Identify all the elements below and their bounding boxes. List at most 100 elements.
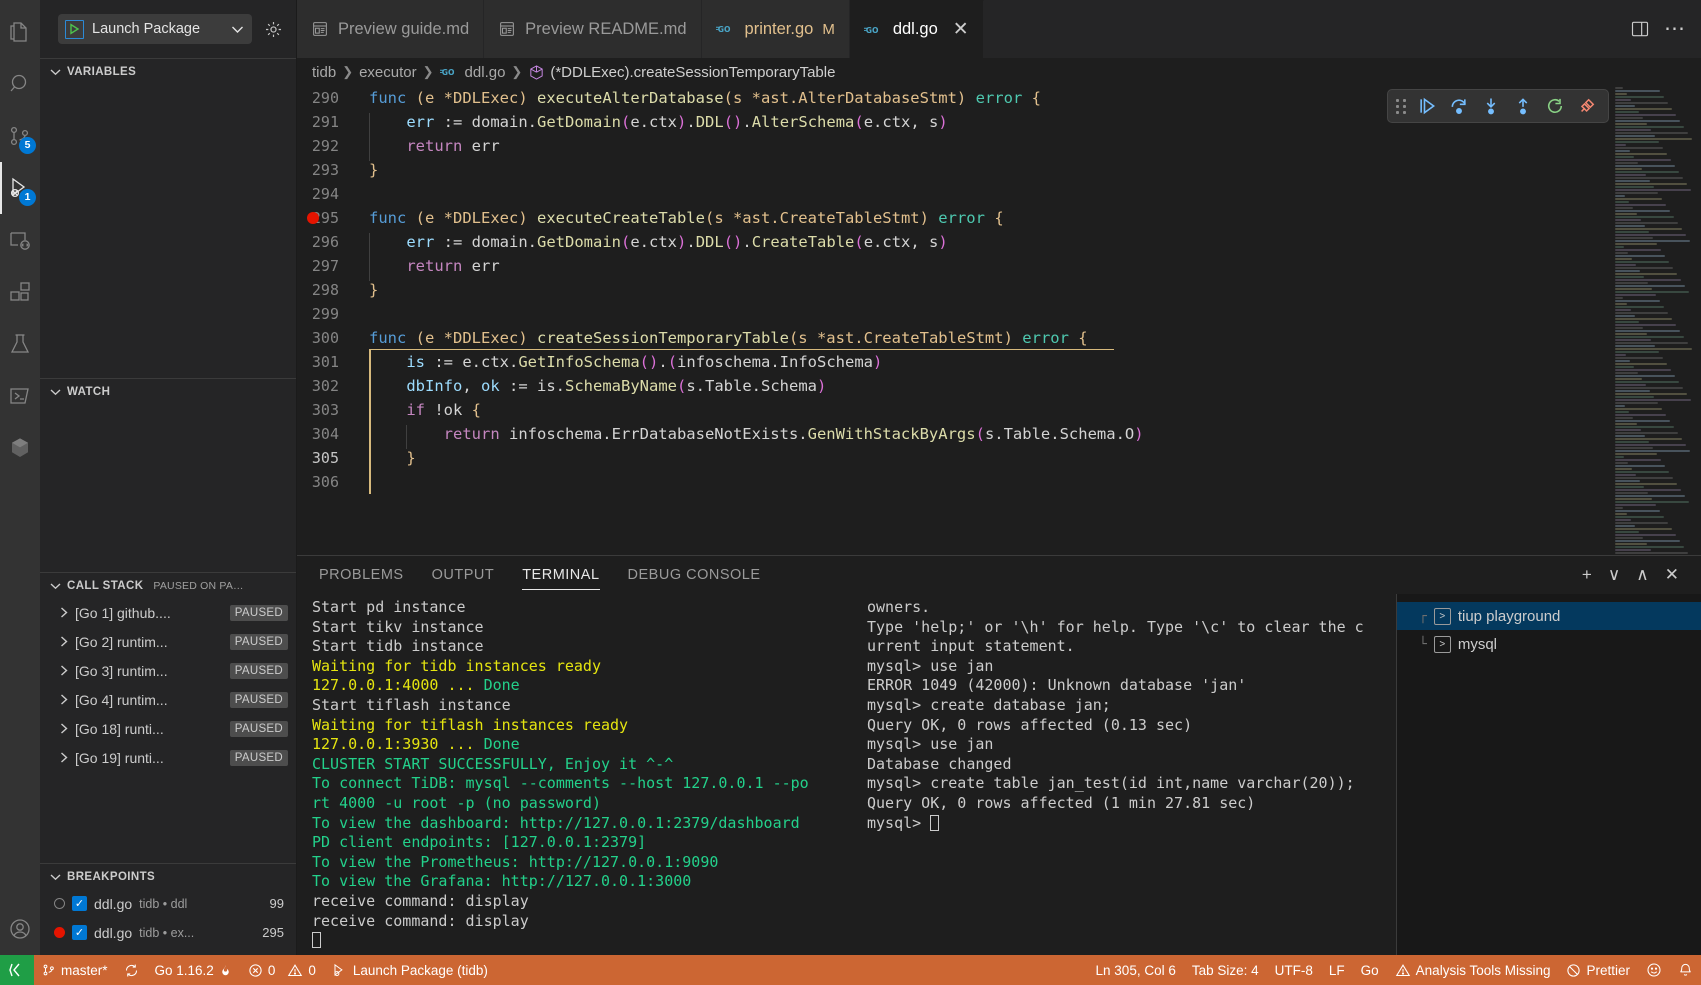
chevron-right-icon[interactable] — [57, 665, 71, 676]
breakpoint-marker[interactable] — [307, 212, 319, 224]
code-line[interactable]: 302 dbInfo, ok := is.SchemaByName(s.Tabl… — [297, 374, 1609, 401]
breakpoint-unverified-icon — [54, 898, 65, 909]
code-line[interactable]: 292 return err — [297, 134, 1609, 161]
activity-item-accounts[interactable] — [0, 903, 40, 955]
status-sync[interactable] — [116, 955, 147, 985]
drag-handle-icon[interactable] — [1394, 98, 1410, 114]
code-line[interactable]: 305 } — [297, 446, 1609, 473]
step-over-button[interactable] — [1444, 92, 1474, 120]
debug-toolbar — [1387, 89, 1609, 123]
code-line[interactable]: 304 return infoschema.ErrDatabaseNotExis… — [297, 422, 1609, 449]
disconnect-button[interactable] — [1572, 92, 1602, 120]
more-actions-icon[interactable]: ⋯ — [1664, 18, 1685, 39]
status-branch[interactable]: master* — [34, 955, 116, 985]
debug-settings-button[interactable] — [260, 16, 286, 42]
chevron-right-icon[interactable] — [57, 636, 71, 647]
minimap[interactable] — [1609, 86, 1701, 555]
close-panel-icon[interactable]: ✕ — [1665, 565, 1679, 585]
code-line[interactable]: 303 if !ok { — [297, 398, 1609, 425]
terminal-list-item[interactable]: ┌ > tiup playground — [1397, 602, 1701, 630]
close-icon[interactable]: ✕ — [953, 20, 969, 39]
code-line[interactable]: 296 err := domain.GetDomain(e.ctx).DDL()… — [297, 230, 1609, 257]
activity-item-docker[interactable] — [0, 422, 40, 474]
code-line[interactable]: 293} — [297, 158, 1609, 182]
callstack-row[interactable]: [Go 4] runtim... PAUSED — [40, 685, 296, 714]
callstack-list[interactable]: [Go 1] github.... PAUSED [Go 2] runtim... P… — [40, 598, 296, 772]
status-launch-debug[interactable]: Launch Package (tidb) — [324, 955, 496, 985]
panel-tab-debug-console[interactable]: DEBUG CONSOLE — [628, 556, 761, 594]
breakpoint-row[interactable]: ✓ ddl.go tidb • ex... 295 — [40, 918, 296, 947]
chevron-right-icon[interactable] — [57, 607, 71, 618]
panel-tab-terminal[interactable]: TERMINAL — [522, 556, 600, 594]
sync-icon — [124, 963, 139, 978]
activity-item-search[interactable] — [0, 58, 40, 110]
breakpoints-pane-header[interactable]: Breakpoints — [40, 864, 296, 889]
activity-item-extensions[interactable] — [0, 266, 40, 318]
status-feedback[interactable] — [1638, 955, 1670, 985]
breadcrumb-item[interactable]: GO ddl.go — [439, 64, 505, 81]
activity-item-testing[interactable] — [0, 318, 40, 370]
status-analysis-tools[interactable]: Analysis Tools Missing — [1387, 955, 1559, 985]
new-terminal-icon[interactable]: + — [1582, 565, 1592, 585]
status-cursor-position[interactable]: Ln 305, Col 6 — [1088, 955, 1184, 985]
step-out-button[interactable] — [1508, 92, 1538, 120]
status-notifications[interactable] — [1670, 955, 1701, 985]
split-editor-icon[interactable] — [1630, 19, 1650, 39]
status-encoding[interactable]: UTF-8 — [1267, 955, 1321, 985]
breadcrumb-item[interactable]: tidb — [312, 64, 336, 81]
breakpoint-enabled-checkbox[interactable]: ✓ — [72, 896, 87, 911]
restart-button[interactable] — [1540, 92, 1570, 120]
status-indentation[interactable]: Tab Size: 4 — [1184, 955, 1267, 985]
terminal-output-right[interactable]: owners. Type 'help;' or '\h' for help. Ty… — [842, 594, 1396, 955]
code-line[interactable]: 294 — [297, 182, 1609, 206]
code-line[interactable]: 301 is := e.ctx.GetInfoSchema().(infosch… — [297, 350, 1609, 377]
activity-item-remote-explorer[interactable] — [0, 214, 40, 266]
callstack-row[interactable]: [Go 2] runtim... PAUSED — [40, 627, 296, 656]
callstack-pane-header[interactable]: Call Stack Paused on pa… — [40, 573, 296, 598]
activity-item-source-control[interactable]: 5 — [0, 110, 40, 162]
breakpoint-row[interactable]: ✓ ddl.go tidb • ddl 99 — [40, 889, 296, 918]
breakpoints-list[interactable]: ✓ ddl.go tidb • ddl 99 ✓ ddl.go tidb • ex... 29… — [40, 889, 296, 947]
callstack-row[interactable]: [Go 18] runti... PAUSED — [40, 714, 296, 743]
editor-tab-ddl-go[interactable]: GO ddl.go ✕ — [849, 0, 984, 58]
status-prettier[interactable]: Prettier — [1558, 955, 1638, 985]
step-into-button[interactable] — [1476, 92, 1506, 120]
code-line[interactable]: 299 — [297, 302, 1609, 326]
watch-pane-header[interactable]: Watch — [40, 379, 296, 404]
editor-tab-printer-go[interactable]: GO printer.go M — [701, 0, 850, 58]
continue-button[interactable] — [1412, 92, 1442, 120]
chevron-right-icon[interactable] — [57, 694, 71, 705]
terminal-dropdown-icon[interactable]: ∨ — [1608, 565, 1620, 585]
code-line[interactable]: 295 func (e *DDLExec) executeCreateTable(… — [297, 206, 1609, 230]
remote-indicator[interactable] — [0, 955, 34, 985]
status-eol[interactable]: LF — [1321, 955, 1353, 985]
code-line[interactable]: 298} — [297, 278, 1609, 302]
callstack-row[interactable]: [Go 19] runti... PAUSED — [40, 743, 296, 772]
callstack-row[interactable]: [Go 1] github.... PAUSED — [40, 598, 296, 627]
code-editor[interactable]: 290 func (e *DDLExec) executeAlterDatabas… — [297, 86, 1609, 555]
panel-tab-problems[interactable]: PROBLEMS — [319, 556, 404, 594]
activity-item-run-and-debug[interactable]: 1 — [0, 162, 40, 214]
terminal-list-item[interactable]: └ > mysql — [1397, 630, 1701, 658]
activity-item-explorer[interactable] — [0, 6, 40, 58]
chevron-right-icon[interactable] — [57, 723, 71, 734]
status-language-mode[interactable]: Go — [1353, 955, 1387, 985]
variables-pane-header[interactable]: Variables — [40, 59, 296, 84]
panel-tab-output[interactable]: OUTPUT — [432, 556, 495, 594]
activity-item-terminal-view[interactable] — [0, 370, 40, 422]
code-line[interactable]: 297 return err — [297, 254, 1609, 281]
code-line[interactable]: 300 func (e *DDLExec) createSessionTempor… — [297, 326, 1609, 350]
status-go-version[interactable]: Go 1.16.2 — [147, 955, 240, 985]
launch-configuration-select[interactable]: Launch Package — [58, 14, 252, 44]
editor-tab-preview-guide-md[interactable]: Preview guide.md — [297, 0, 485, 58]
breadcrumb-item[interactable]: (*DDLExec).createSessionTemporaryTable — [528, 64, 835, 81]
status-problems[interactable]: 0 0 — [240, 955, 324, 985]
breadcrumb-item[interactable]: executor — [359, 64, 417, 81]
chevron-right-icon[interactable] — [57, 752, 71, 763]
callstack-row[interactable]: [Go 3] runtim... PAUSED — [40, 656, 296, 685]
code-line[interactable]: 306 — [297, 470, 1609, 494]
terminal-output-left[interactable]: Start pd instance Start tikv instance Star… — [297, 594, 842, 955]
maximize-panel-icon[interactable]: ∧ — [1636, 565, 1648, 585]
editor-tab-preview-readme-md[interactable]: Preview README.md — [484, 0, 702, 58]
breakpoint-enabled-checkbox[interactable]: ✓ — [72, 925, 87, 940]
